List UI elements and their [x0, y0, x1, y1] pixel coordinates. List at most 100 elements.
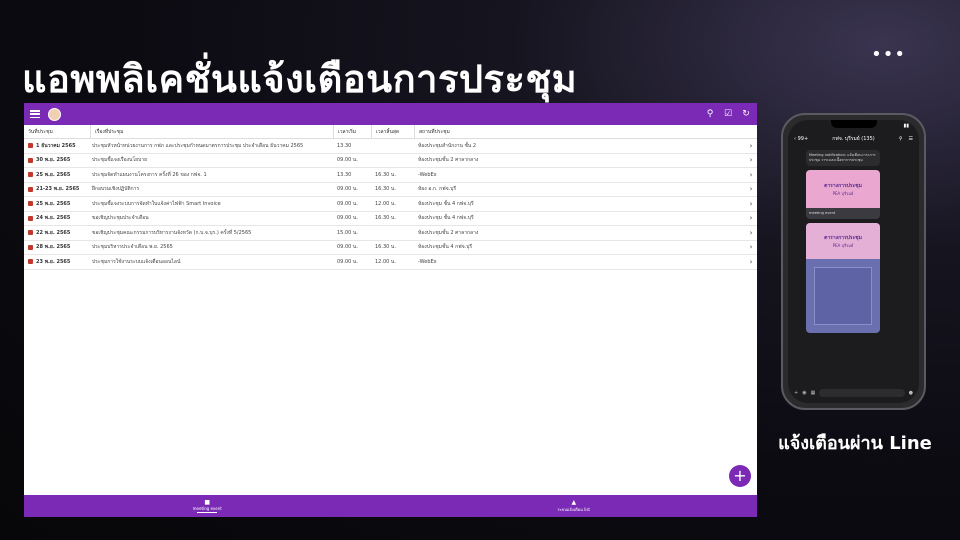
- header-date[interactable]: วันที่ประชุม: [24, 125, 90, 138]
- bell-icon: ▲: [571, 499, 577, 506]
- chevron-right-icon[interactable]: ›: [745, 156, 757, 164]
- row-location: ห้อง อ.ก. กฟจ.บุรี: [418, 186, 457, 193]
- calendar-icon: [28, 172, 33, 178]
- card-caption: meeting event: [809, 211, 836, 215]
- chevron-right-icon[interactable]: ›: [745, 200, 757, 208]
- calendar-icon: [28, 143, 33, 149]
- checkbox-icon[interactable]: ☑: [723, 109, 733, 119]
- slide-title: แอพพลิเคชั่นแจ้งเตือนการประชุม: [22, 57, 578, 101]
- meeting-card[interactable]: ตารางการประชุม PEA บุรีรมย์ meeting even…: [806, 170, 880, 219]
- calendar-icon: [28, 186, 33, 192]
- table-row[interactable]: 22 พ.ย. 2565 ขอเชิญประชุมคณะกรรมการบริหา…: [24, 226, 757, 241]
- row-end: 16.30 น.: [375, 171, 396, 178]
- card-subtitle: PEA บุรีรมย์: [832, 190, 854, 196]
- card-title: ตารางการประชุม: [824, 234, 862, 241]
- mic-icon[interactable]: ●: [909, 390, 913, 396]
- row-start: 09.00 น.: [337, 157, 358, 164]
- row-end: 12.00 น.: [375, 200, 396, 207]
- back-button[interactable]: ‹ 99+: [794, 136, 808, 142]
- row-subject: ประชุมชี้แจงเรื่องนโยบาย: [92, 157, 148, 164]
- row-location: ห้องประชุมชั้น 4 กฟจ.บุรี: [418, 244, 473, 251]
- row-end: [371, 154, 414, 168]
- hamburger-menu-icon[interactable]: [30, 110, 40, 118]
- add-button[interactable]: +: [729, 465, 751, 487]
- row-start: 13.30: [337, 171, 352, 178]
- row-location: ห้องประชุมชั้น 2 ศาลากลาง: [418, 229, 479, 236]
- row-subject: ประชุมบริหารประจำเดือน พ.ย. 2565: [92, 244, 173, 251]
- avatar[interactable]: [48, 107, 61, 121]
- phone-caption: แจ้งเตือนผ่าน Line: [778, 433, 932, 454]
- row-subject: ขอเชิญประชุมประจำเดือน: [92, 215, 149, 222]
- bottom-nav: ■ meeting event ▲ ระบบแจ้งเตือน list: [24, 495, 757, 517]
- chevron-right-icon[interactable]: ›: [745, 258, 757, 266]
- message-input[interactable]: [819, 389, 905, 397]
- header-start[interactable]: เวลาเริ่ม: [333, 125, 371, 138]
- header-location[interactable]: สถานที่ประชุม: [414, 125, 745, 138]
- meeting-icon: ■: [204, 498, 211, 506]
- chevron-right-icon[interactable]: ›: [745, 142, 757, 150]
- chevron-right-icon[interactable]: ›: [745, 214, 757, 222]
- table-row[interactable]: 28 พ.ย. 2565 ประชุมบริหารประจำเดือน พ.ย.…: [24, 241, 757, 255]
- chevron-right-icon[interactable]: ›: [745, 171, 757, 179]
- calendar-icon: [28, 244, 33, 250]
- row-date: 1 ธันวาคม 2565: [36, 142, 76, 149]
- row-subject: ประชุมชี้แจงระบบการจัดทำใบแจ้งค่าไฟฟ้า S…: [92, 200, 221, 207]
- app-window: ⚲ ☑ ↻ วันที่ประชุม เรื่องที่ประชุม เวลาเ…: [24, 103, 757, 517]
- menu-icon[interactable]: ☰: [909, 136, 913, 142]
- notification-message: Meeting notification: แจ้งเตือนวาระการปร…: [806, 150, 880, 166]
- table-row[interactable]: 25 พ.ย. 2565 ประชุมชี้แจงระบบการจัดทำใบแ…: [24, 197, 757, 212]
- row-start: 09.00 น.: [337, 258, 358, 265]
- row-date: 30 พ.ย. 2565: [36, 157, 71, 164]
- row-start: 13.30: [337, 142, 352, 149]
- meeting-image-card[interactable]: ตารางการประชุม PEA บุรีรมย์: [806, 223, 880, 333]
- chevron-right-icon[interactable]: ›: [745, 243, 757, 251]
- image-icon[interactable]: ▦: [811, 390, 816, 396]
- header-end[interactable]: เวลาสิ้นสุด: [371, 125, 414, 138]
- chevron-right-icon[interactable]: ›: [745, 185, 757, 193]
- row-subject: ประชุมการใช้งานระบบแจ้งเตือนออนไลน์: [92, 258, 181, 265]
- plus-icon[interactable]: +: [794, 390, 798, 396]
- search-icon[interactable]: ⚲: [899, 136, 903, 142]
- row-location: ห้องประชุมชั้น 2 ศาลากลาง: [418, 157, 479, 164]
- table-row[interactable]: 24 พ.ย. 2565 ขอเชิญประชุมประจำเดือน 09.0…: [24, 212, 757, 226]
- header-subject[interactable]: เรื่องที่ประชุม: [90, 125, 333, 138]
- chat-input-bar: + ◉ ▦ ●: [788, 387, 919, 399]
- refresh-icon[interactable]: ↻: [741, 109, 751, 119]
- row-start: 09.00 น.: [337, 215, 358, 222]
- card-subtitle: PEA บุรีรมย์: [832, 242, 854, 248]
- document-image: [814, 267, 872, 325]
- calendar-icon: [28, 230, 33, 236]
- row-start: 15.00 น.: [337, 229, 358, 236]
- row-start: 09.00 น.: [337, 244, 358, 251]
- row-date: 25 พ.ย. 2565: [36, 171, 71, 178]
- nav-meeting-event-label: meeting event: [192, 505, 222, 511]
- phone-mockup: ▮▮ ‹ 99+ กฟจ. บุรีรมย์ (135) ⚲ ☰ Meeting…: [781, 113, 926, 410]
- nav-meeting-event[interactable]: ■ meeting event: [24, 495, 391, 517]
- calendar-icon: [28, 215, 33, 221]
- row-end: 16.30 น.: [375, 215, 396, 222]
- table-row[interactable]: 30 พ.ย. 2565 ประชุมชี้แจงเรื่องนโยบาย 09…: [24, 154, 757, 168]
- chat-name: กฟจ. บุรีรมย์ (135): [832, 136, 875, 142]
- row-end: [371, 139, 414, 153]
- row-location: ห้องประชุม ชั้น 4 กฟจ.บุรี: [418, 215, 474, 222]
- nav-notification-list[interactable]: ▲ ระบบแจ้งเตือน list: [391, 495, 758, 517]
- phone-screen: ▮▮ ‹ 99+ กฟจ. บุรีรมย์ (135) ⚲ ☰ Meeting…: [788, 120, 919, 403]
- camera-icon[interactable]: ◉: [802, 390, 806, 396]
- row-location: -WebEx: [418, 171, 437, 178]
- search-icon[interactable]: ⚲: [705, 109, 715, 119]
- table-row[interactable]: 21-23 พ.ย. 2565 ฝึกอบรมเชิงปฏิบัติการ 09…: [24, 183, 757, 197]
- more-options-icon[interactable]: •••: [871, 44, 906, 65]
- chevron-right-icon[interactable]: ›: [745, 229, 757, 237]
- row-date: 28 พ.ย. 2565: [36, 244, 71, 251]
- table-row[interactable]: 23 พ.ย. 2565 ประชุมการใช้งานระบบแจ้งเตือ…: [24, 255, 757, 270]
- row-date: 22 พ.ย. 2565: [36, 229, 71, 236]
- row-subject: ฝึกอบรมเชิงปฏิบัติการ: [92, 186, 140, 193]
- table-row[interactable]: 25 พ.ย. 2565 ประชุมจัดทำแผนงานโครงการ คร…: [24, 168, 757, 183]
- row-date: 21-23 พ.ย. 2565: [36, 186, 80, 193]
- row-location: ห้องประชุมสำนักงาน ชั้น 2: [418, 142, 477, 149]
- meeting-card-banner: ตารางการประชุม PEA บุรีรมย์: [806, 170, 880, 208]
- battery-icon: ▮▮: [903, 123, 909, 129]
- row-date: 25 พ.ย. 2565: [36, 200, 71, 207]
- table-row[interactable]: 1 ธันวาคม 2565 ประชุมหัวหน้าหน่วยงานการ …: [24, 139, 757, 154]
- calendar-icon: [28, 201, 33, 207]
